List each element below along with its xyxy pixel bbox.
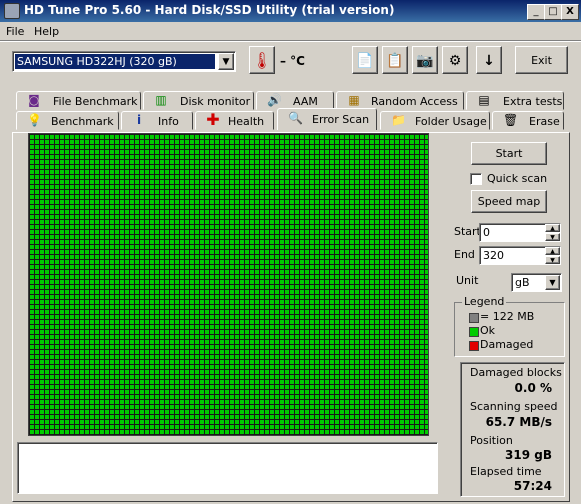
- start-value: 0: [483, 226, 490, 239]
- extra-tests-icon: ▤: [478, 93, 490, 107]
- legend-ok-swatch: [469, 327, 479, 337]
- damaged-blocks-value: 0.0 %: [514, 381, 552, 395]
- chevron-down-icon[interactable]: ▼: [545, 275, 560, 290]
- end-spinbox[interactable]: 320 ▲ ▼: [479, 246, 561, 265]
- tab-file-benchmark[interactable]: ◙ File Benchmark: [16, 91, 141, 110]
- elapsed-time-label: Elapsed time: [470, 465, 542, 478]
- legend-block-size: = 122 MB: [480, 310, 535, 323]
- bulb-icon: 💡: [27, 113, 42, 127]
- damaged-blocks-label: Damaged blocks: [470, 366, 562, 379]
- exit-button[interactable]: Exit: [515, 46, 568, 74]
- menu-help[interactable]: Help: [34, 25, 59, 38]
- legend-group: Legend = 122 MB Ok Damaged: [454, 295, 565, 357]
- health-cross-icon: ✚: [206, 110, 220, 129]
- legend-damaged-swatch: [469, 341, 479, 351]
- info-icon: i: [136, 113, 142, 127]
- file-benchmark-icon: ◙: [28, 93, 40, 107]
- quick-scan-checkbox[interactable]: [470, 173, 482, 185]
- tab-extra-tests[interactable]: ▤ Extra tests: [466, 91, 564, 110]
- folder-icon: 📁: [391, 113, 406, 127]
- temperature-readout: – °C: [280, 54, 305, 68]
- speaker-icon: 🔊: [267, 93, 282, 107]
- download-icon[interactable]: ↓: [476, 46, 502, 74]
- scan-block-map: [28, 133, 429, 436]
- start-button[interactable]: Start: [471, 142, 547, 165]
- end-value: 320: [483, 249, 504, 262]
- start-label: Start: [454, 225, 481, 238]
- position-label: Position: [470, 434, 513, 447]
- drive-select[interactable]: SAMSUNG HD322HJ (320 gB) ▼: [12, 51, 236, 72]
- tab-erase[interactable]: 🗑 Erase: [492, 111, 564, 130]
- position-value: 319 gB: [505, 448, 552, 462]
- close-button[interactable]: X: [561, 4, 579, 20]
- menu-file[interactable]: File: [6, 25, 24, 38]
- options-icon[interactable]: ⚙: [442, 46, 468, 74]
- magnifier-icon: 🔍: [288, 111, 303, 125]
- tab-benchmark[interactable]: 💡 Benchmark: [16, 111, 119, 130]
- camera-icon[interactable]: 📷: [412, 46, 438, 74]
- legend-damaged: Damaged: [480, 338, 534, 351]
- menu-bar: File Help: [0, 22, 581, 41]
- quick-scan-label: Quick scan: [487, 172, 548, 185]
- unit-value: gB: [515, 276, 530, 289]
- spin-up-icon[interactable]: ▲: [545, 247, 560, 255]
- legend-ok: Ok: [480, 324, 496, 337]
- thermometer-icon[interactable]: 🌡: [249, 46, 275, 74]
- copy-text-icon[interactable]: 📄: [352, 46, 378, 74]
- tab-health[interactable]: ✚ Health: [195, 111, 274, 130]
- end-label: End: [454, 248, 475, 261]
- scan-stats: Damaged blocks 0.0 % Scanning speed 65.7…: [460, 362, 565, 497]
- start-spinbox[interactable]: 0 ▲ ▼: [479, 223, 561, 242]
- maximize-button[interactable]: □: [544, 4, 562, 20]
- title-bar: HD Tune Pro 5.60 - Hard Disk/SSD Utility…: [0, 0, 581, 22]
- tab-disk-monitor[interactable]: ▥ Disk monitor: [143, 91, 254, 110]
- spin-down-icon[interactable]: ▼: [545, 233, 560, 241]
- random-access-icon: ▦: [348, 93, 360, 107]
- copy-info-icon[interactable]: 📋: [382, 46, 408, 74]
- scanning-speed-value: 65.7 MB/s: [485, 415, 552, 429]
- window-title: HD Tune Pro 5.60 - Hard Disk/SSD Utility…: [24, 3, 395, 17]
- tab-error-scan[interactable]: 🔍 Error Scan: [277, 108, 377, 130]
- tab-info[interactable]: i Info: [121, 111, 193, 130]
- drive-select-value: SAMSUNG HD322HJ (320 gB): [15, 54, 215, 69]
- spin-down-icon[interactable]: ▼: [545, 256, 560, 264]
- legend-title: Legend: [462, 295, 507, 308]
- app-icon: [4, 3, 20, 19]
- unit-select[interactable]: gB ▼: [511, 273, 562, 292]
- trash-icon: 🗑: [503, 113, 519, 127]
- legend-block-swatch: [469, 313, 479, 323]
- tab-folder-usage[interactable]: 📁 Folder Usage: [380, 111, 490, 130]
- speed-map-button[interactable]: Speed map: [471, 190, 547, 213]
- scan-log-box[interactable]: [17, 442, 438, 494]
- menu-separator: [0, 40, 581, 42]
- scanning-speed-label: Scanning speed: [470, 400, 558, 413]
- chevron-down-icon[interactable]: ▼: [218, 53, 234, 70]
- unit-label: Unit: [456, 274, 479, 287]
- spin-up-icon[interactable]: ▲: [545, 224, 560, 232]
- minimize-button[interactable]: _: [527, 4, 545, 20]
- elapsed-time-value: 57:24: [513, 479, 552, 493]
- disk-monitor-icon: ▥: [155, 93, 167, 107]
